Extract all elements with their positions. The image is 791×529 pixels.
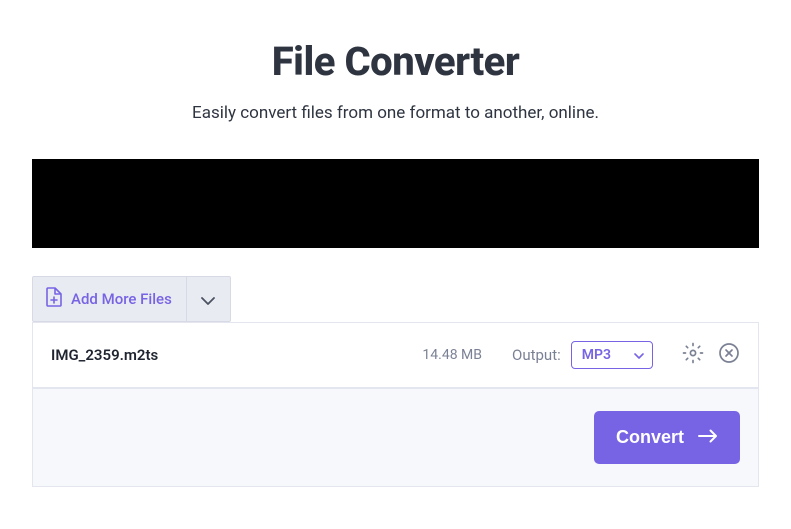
file-list: IMG_2359.m2ts 14.48 MB Output: MP3: [32, 322, 759, 389]
settings-button[interactable]: [682, 342, 704, 368]
output-group: Output: MP3: [512, 341, 653, 369]
arrow-right-icon: [684, 427, 718, 448]
add-files-dropdown-button[interactable]: [186, 277, 230, 321]
page-title: File Converter: [0, 38, 791, 85]
output-format-value: MP3: [582, 347, 611, 363]
add-more-files-label: Add More Files: [71, 290, 172, 308]
gear-icon: [682, 342, 704, 368]
footer-bar: Convert: [32, 389, 759, 487]
output-label: Output:: [512, 346, 561, 364]
output-format-select[interactable]: MP3: [571, 341, 653, 369]
row-actions: [682, 342, 740, 368]
chevron-down-icon: [201, 290, 215, 309]
convert-button-label: Convert: [616, 427, 684, 448]
chevron-down-icon: [626, 347, 644, 363]
file-size: 14.48 MB: [396, 347, 482, 363]
convert-button[interactable]: Convert: [594, 411, 740, 464]
toolbar: Add More Files: [32, 276, 759, 322]
close-circle-icon: [718, 342, 740, 368]
ad-banner: [32, 159, 759, 248]
file-row: IMG_2359.m2ts 14.48 MB Output: MP3: [33, 323, 758, 388]
remove-file-button[interactable]: [718, 342, 740, 368]
add-files-group: Add More Files: [32, 276, 231, 322]
file-name: IMG_2359.m2ts: [51, 346, 396, 364]
file-plus-icon: [45, 287, 71, 311]
add-more-files-button[interactable]: Add More Files: [33, 277, 186, 321]
page-subtitle: Easily convert files from one format to …: [0, 103, 791, 123]
